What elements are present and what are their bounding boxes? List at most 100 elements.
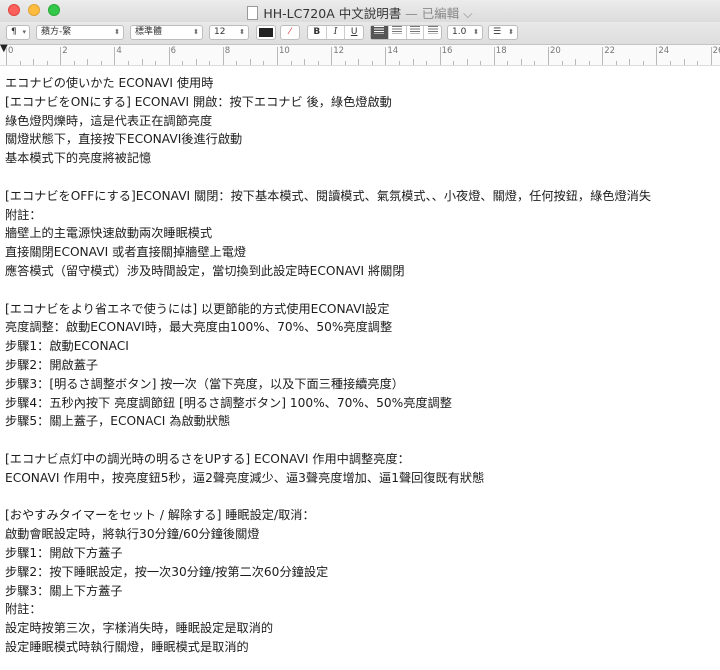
ruler-tick — [290, 61, 292, 65]
ruler-tick — [182, 61, 184, 65]
ruler-tick — [548, 47, 549, 65]
ruler-tick — [304, 59, 306, 65]
ruler-label: 26 — [712, 46, 720, 56]
ruler-tick — [46, 61, 48, 65]
document-body[interactable]: エコナビの使いかた ECONAVI 使用時 [エコナビをONにする] ECONAV… — [5, 74, 717, 657]
align-left-icon — [374, 26, 385, 34]
ruler-tick — [344, 61, 346, 65]
document-line: 關燈狀態下，直接按下ECONAVI後進行啟動 — [5, 132, 243, 147]
ruler[interactable]: ▼ 02468101214161820222426 — [0, 43, 720, 66]
ruler-tick — [168, 47, 170, 65]
ruler-tick — [141, 59, 143, 65]
document-line: [エコナビをOFFにする]ECONAVI 關閉：按下基本模式、閱讀模式、氣氛模式… — [5, 188, 652, 203]
ruler-tick — [642, 61, 644, 65]
highlight-color-well[interactable]: ⁄ — [280, 25, 300, 40]
document-line: 步驟2：按下睡眠設定，按一次30分鐘/按第二次60分鐘設定 — [5, 564, 329, 579]
document-name: HH-LC720A 中文說明書 — [263, 6, 402, 21]
ruler-tick — [385, 47, 387, 65]
text-color-well[interactable] — [256, 25, 276, 40]
window-titlebar: HH-LC720A 中文說明書 — 已編輯 ⌵ — [0, 0, 720, 22]
ruler-label: 8 — [224, 46, 231, 56]
document-line: エコナビの使いかた ECONAVI 使用時 — [5, 76, 214, 90]
updown-arrows-icon: ⬍ — [473, 28, 479, 36]
ruler-tick — [520, 59, 522, 65]
ruler-label: 16 — [441, 46, 453, 56]
ruler-tick — [453, 61, 455, 65]
align-right-icon — [409, 26, 420, 34]
document-line: 附註： — [5, 602, 42, 617]
ruler-tick — [222, 47, 224, 65]
updown-arrows-icon: ⬍ — [508, 28, 514, 36]
document-line: 直接關閉ECONAVI 或者直接關掉牆壁上電燈 — [5, 245, 247, 260]
line-spacing-select[interactable]: 1.0 ⬍ — [447, 25, 483, 40]
document-line: 步驟5：關上蓋子，ECONACI 為啟動狀態 — [5, 414, 231, 429]
list-icon: ☰ — [493, 27, 502, 37]
document-line: 步驟1：開啟下方蓋子 — [5, 545, 123, 560]
ruler-tick — [507, 61, 509, 65]
align-center-button[interactable] — [389, 26, 407, 39]
ruler-tick — [466, 59, 468, 65]
list-style-select[interactable]: ☰ ⬍ — [488, 25, 518, 40]
paragraph-style-icon: ¶ — [11, 27, 17, 37]
ruler-label: 24 — [658, 46, 670, 56]
ruler-tick — [155, 61, 157, 65]
document-line: [エコナビをONにする] ECONAVI 開啟：按下エコナビ 後，綠色燈啟動 — [5, 94, 392, 109]
window-title[interactable]: HH-LC720A 中文說明書 — 已編輯 ⌵ — [0, 3, 720, 22]
document-line: [エコナビをより省エネで使うには] 以更節能的方式使用ECONAVI設定 — [5, 301, 390, 316]
ruler-tick — [317, 61, 319, 65]
ruler-tick — [697, 61, 699, 65]
document-line: 附註： — [5, 207, 42, 222]
document-line: 亮度調整：啟動ECONAVI時，最大亮度由100%、70%、50%亮度調整 — [5, 320, 393, 335]
ruler-tick — [6, 47, 7, 65]
ruler-tick — [358, 59, 360, 65]
ruler-tick — [398, 61, 400, 65]
document-line: [おやすみタイマーをセット / 解除する] 睡眠設定/取消： — [5, 508, 315, 523]
font-family-select[interactable]: 蘋方-繁 ⬍ — [36, 25, 124, 40]
ruler-tick — [588, 61, 590, 65]
updown-arrows-icon: ⬍ — [193, 28, 199, 36]
ruler-tick — [412, 59, 414, 65]
ruler-tick — [195, 59, 197, 65]
text-color-swatch — [259, 28, 273, 37]
ruler-tick — [534, 61, 536, 65]
document-line: [エコナビ点灯中の調光時の明るさをUPする] ECONAVI 作用中調整亮度： — [5, 451, 410, 466]
ruler-tick — [114, 47, 116, 65]
document-line: 步驟2：開啟蓋子 — [5, 357, 99, 372]
ruler-label: 12 — [333, 46, 345, 56]
document-line: 綠色燈閃爍時，這是代表正在調節亮度 — [5, 113, 213, 128]
ruler-tick — [277, 47, 278, 65]
ruler-tick — [683, 59, 685, 65]
updown-arrows-icon: ⬍ — [239, 28, 245, 36]
ruler-label: 2 — [62, 46, 68, 56]
ruler-label: 18 — [495, 46, 507, 56]
font-style-select[interactable]: 標準體 ⬍ — [130, 25, 203, 40]
ruler-tick — [249, 59, 251, 65]
ruler-tick — [73, 61, 75, 65]
align-left-button[interactable] — [371, 26, 389, 39]
ruler-tick — [371, 61, 373, 65]
ruler-tick — [602, 47, 604, 65]
paragraph-style-menu[interactable]: ¶ ▾ — [6, 25, 30, 40]
font-size-select[interactable]: 12 ⬍ — [209, 25, 249, 40]
chevron-down-icon[interactable]: ⌵ — [459, 6, 472, 21]
justify-button[interactable] — [424, 26, 441, 39]
document-line: 步驟4：五秒內按下 亮度調節鈕 [明るさ調整ボタン] 100%、70%、50%亮… — [5, 395, 452, 410]
ruler-tick — [263, 61, 265, 65]
document-line: 步驟3：關上下方蓋子 — [5, 583, 123, 598]
underline-button[interactable]: U — [345, 26, 363, 39]
ruler-label: 20 — [550, 46, 561, 56]
document-line: 設定睡眠模式時執行關燈，睡眠模式是取消的 — [5, 639, 249, 654]
ruler-tick — [331, 47, 333, 65]
ruler-tick — [127, 61, 129, 65]
alignment-buttons — [370, 25, 442, 40]
chevron-down-icon: ▾ — [22, 28, 26, 36]
ruler-label: 0 — [8, 46, 14, 56]
ruler-label: 14 — [387, 46, 399, 56]
bold-button[interactable]: B — [308, 26, 327, 39]
align-right-button[interactable] — [407, 26, 425, 39]
italic-button[interactable]: I — [327, 26, 346, 39]
updown-arrows-icon: ⬍ — [114, 28, 120, 36]
